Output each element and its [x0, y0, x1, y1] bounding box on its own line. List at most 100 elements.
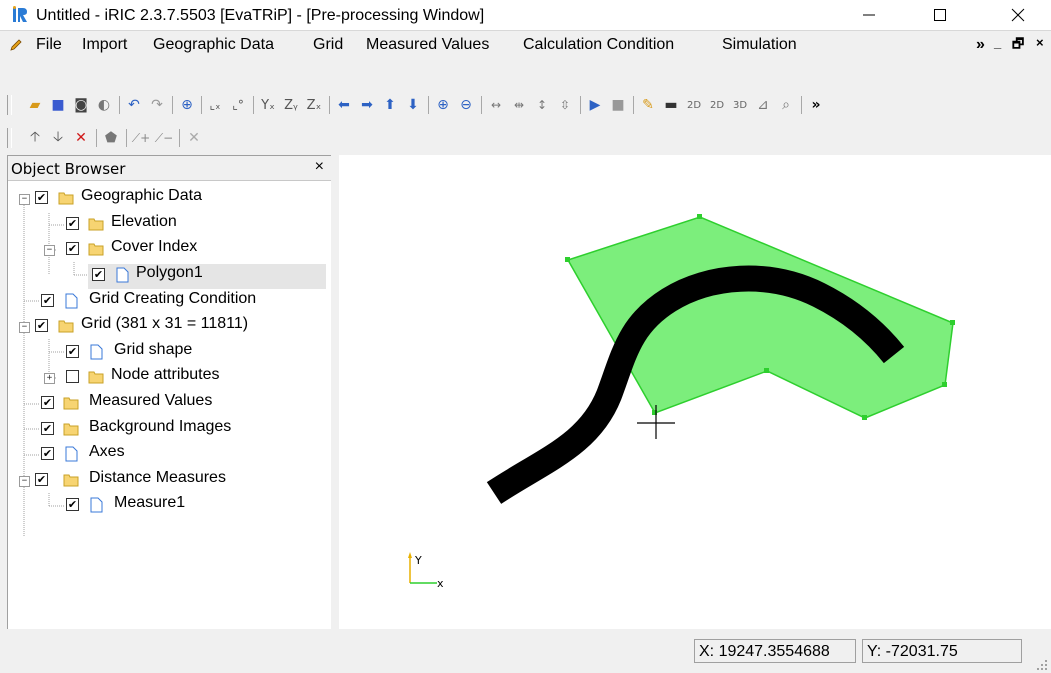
- mdi-minimize-button[interactable]: _: [994, 35, 1001, 50]
- checkbox[interactable]: ✔: [41, 294, 54, 307]
- tree-item-polygon1[interactable]: ✔ Polygon1: [88, 264, 326, 289]
- resize-grip-icon[interactable]: [1036, 659, 1048, 671]
- object-browser-close-button[interactable]: ×: [315, 158, 324, 176]
- tree-item-cover-index[interactable]: − ✔ Cover Index: [8, 238, 332, 263]
- axis-xy-icon[interactable]: ⌞ₓ: [205, 95, 225, 115]
- redo-icon[interactable]: ↷: [147, 95, 167, 115]
- collapse-icon[interactable]: −: [19, 194, 30, 205]
- menu-grid[interactable]: Grid: [313, 36, 343, 54]
- checkbox[interactable]: ✔: [35, 319, 48, 332]
- toolbar-overflow-icon[interactable]: »: [806, 95, 826, 115]
- globe-icon[interactable]: ◐: [94, 95, 114, 115]
- undo-icon[interactable]: ↶: [124, 95, 144, 115]
- shrink-x-icon[interactable]: ⇹: [509, 95, 529, 115]
- collapse-icon[interactable]: −: [44, 245, 55, 256]
- minimize-button[interactable]: [846, 0, 892, 30]
- tree-item-label: Measured Values: [89, 392, 213, 409]
- view-y-icon[interactable]: Zᵧ: [281, 95, 301, 115]
- menu-measured-values[interactable]: Measured Values: [366, 36, 489, 54]
- add-vertex-icon[interactable]: ⟋+: [131, 128, 151, 148]
- tree-item-distance-measures[interactable]: − ✔ Distance Measures: [8, 469, 332, 494]
- move-down-icon[interactable]: 🡣: [48, 128, 68, 148]
- move-up-icon[interactable]: 🡡: [25, 128, 45, 148]
- collapse-icon[interactable]: −: [19, 322, 30, 333]
- checkbox[interactable]: ✔: [66, 498, 79, 511]
- console-icon[interactable]: ▬: [661, 95, 681, 115]
- tree-item-background-images[interactable]: ✔ Background Images: [8, 418, 332, 443]
- mdi-close-button[interactable]: ×: [1036, 35, 1044, 50]
- stop-icon[interactable]: ■: [608, 95, 628, 115]
- map-view[interactable]: Y x: [339, 155, 1051, 629]
- folder-icon: [88, 371, 104, 384]
- tree-item-elevation[interactable]: ✔ Elevation: [8, 213, 332, 238]
- view-2d-bird-icon[interactable]: 2D: [707, 95, 727, 115]
- tree-item-node-attributes[interactable]: + Node attributes: [8, 366, 332, 391]
- checkbox[interactable]: ✔: [66, 345, 79, 358]
- collapse-icon[interactable]: −: [19, 476, 30, 487]
- checkbox[interactable]: ✔: [92, 268, 105, 281]
- arrow-down-icon[interactable]: ⬇: [403, 95, 423, 115]
- checkbox[interactable]: [66, 370, 79, 383]
- menu-geographic-data[interactable]: Geographic Data: [153, 36, 274, 54]
- menu-import[interactable]: Import: [82, 36, 127, 54]
- search-icon[interactable]: ⌕: [776, 95, 796, 115]
- object-browser-panel: Object Browser × − ✔ Geographic Data ✔ E…: [7, 155, 333, 631]
- arrow-up-icon[interactable]: ⬆: [380, 95, 400, 115]
- menu-calculation-condition[interactable]: Calculation Condition: [523, 36, 674, 54]
- x-coordinate-readout: X: 19247.3554688: [694, 639, 856, 663]
- tree-item-grid-creating-condition[interactable]: ✔ Grid Creating Condition: [8, 290, 332, 315]
- checkbox[interactable]: ✔: [41, 447, 54, 460]
- tree-item-label: Grid shape: [114, 341, 193, 358]
- open-icon[interactable]: ▰: [25, 95, 45, 115]
- menu-overflow[interactable]: »: [976, 36, 985, 54]
- arrow-left-icon[interactable]: ⬅: [334, 95, 354, 115]
- panel-splitter[interactable]: [331, 155, 339, 629]
- menu-simulation[interactable]: Simulation: [722, 36, 797, 54]
- toolbar-grip[interactable]: [7, 128, 12, 148]
- remove-vertex-icon[interactable]: ⟋−: [154, 128, 174, 148]
- checkbox[interactable]: ✔: [35, 473, 48, 486]
- view-z-icon[interactable]: Zₓ: [304, 95, 324, 115]
- delete-icon[interactable]: ✕: [71, 128, 91, 148]
- expand-y-icon[interactable]: ↕: [532, 95, 552, 115]
- tree-item-axes[interactable]: ✔ Axes: [8, 443, 332, 468]
- snapshot-icon[interactable]: ◙: [71, 95, 91, 115]
- checkbox[interactable]: ✔: [35, 191, 48, 204]
- clear-icon[interactable]: ✕: [184, 128, 204, 148]
- save-icon[interactable]: ■: [48, 95, 68, 115]
- view-2d-icon[interactable]: 2D: [684, 95, 704, 115]
- checkbox[interactable]: ✔: [66, 242, 79, 255]
- tree-item-geographic-data[interactable]: − ✔ Geographic Data: [8, 187, 332, 212]
- view-3d-icon[interactable]: 3D: [730, 95, 750, 115]
- zoom-in-icon[interactable]: ⊕: [433, 95, 453, 115]
- checkbox[interactable]: ✔: [66, 217, 79, 230]
- zoom-out-icon[interactable]: ⊖: [456, 95, 476, 115]
- pre-processing-canvas[interactable]: Y x: [339, 155, 1051, 629]
- tree-item-measured-values[interactable]: ✔ Measured Values: [8, 392, 332, 417]
- checkbox[interactable]: ✔: [41, 396, 54, 409]
- tree-item-label: Axes: [89, 443, 125, 460]
- expand-x-icon[interactable]: ↔: [486, 95, 506, 115]
- toolbar-grip[interactable]: [7, 95, 12, 115]
- polygon-icon[interactable]: ⬟: [101, 128, 121, 148]
- tree-item-grid[interactable]: − ✔ Grid (381 x 31 = 11811): [8, 315, 332, 340]
- file-icon: [90, 497, 103, 513]
- mdi-restore-button[interactable]: 🗗: [1012, 35, 1024, 57]
- menu-file[interactable]: File: [36, 36, 62, 54]
- arrow-right-icon[interactable]: ➡: [357, 95, 377, 115]
- tree-item-label: Grid (381 x 31 = 11811): [81, 315, 249, 332]
- view-x-icon[interactable]: Yₓ: [258, 95, 278, 115]
- folder-icon: [88, 243, 104, 256]
- tree-item-measure1[interactable]: ✔ Measure1: [8, 494, 332, 519]
- zoom-fit-icon[interactable]: ⊕: [177, 95, 197, 115]
- shrink-y-icon[interactable]: ⇳: [555, 95, 575, 115]
- run-icon[interactable]: ▶: [585, 95, 605, 115]
- graph-icon[interactable]: ⊿: [753, 95, 773, 115]
- edit-icon[interactable]: ✎: [638, 95, 658, 115]
- expand-icon[interactable]: +: [44, 373, 55, 384]
- close-button[interactable]: [995, 0, 1041, 30]
- maximize-button[interactable]: [917, 0, 963, 30]
- rotate-90-icon[interactable]: ⌞°: [228, 95, 248, 115]
- tree-item-grid-shape[interactable]: ✔ Grid shape: [8, 341, 332, 366]
- checkbox[interactable]: ✔: [41, 422, 54, 435]
